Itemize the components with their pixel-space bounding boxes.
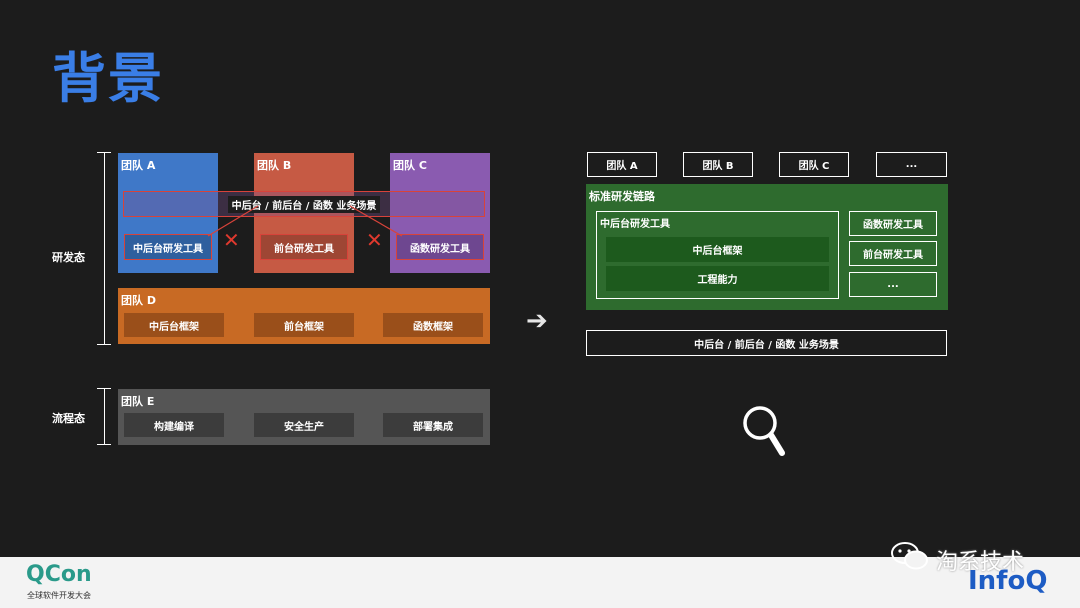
right-team-a: 团队 A [587, 152, 657, 177]
chain-group-title: 中后台研发工具 [600, 219, 670, 230]
team-e-item-1: 构建编译 [124, 413, 224, 437]
wechat-icon [891, 542, 928, 570]
right-team-b: 团队 B [683, 152, 753, 177]
team-d-label: 团队 D [121, 294, 156, 307]
right-team-c: 团队 C [779, 152, 849, 177]
team-e-item-3: 部署集成 [383, 413, 483, 437]
standard-chain-title: 标准研发链路 [589, 190, 655, 203]
scenario-bar-right: 中后台 / 前后台 / 函数 业务场景 [586, 330, 947, 356]
chain-group-item-2: 工程能力 [606, 266, 829, 291]
team-e-item-2: 安全生产 [254, 413, 354, 437]
chain-side-item-2: 前台研发工具 [849, 241, 937, 266]
chain-group-item-1: 中后台框架 [606, 237, 829, 262]
qcon-logo: QCon [26, 562, 92, 587]
chain-side-item-1: 函数研发工具 [849, 211, 937, 236]
infoq-logo: InfoQ [968, 566, 1048, 596]
chain-side-item-3: ... [849, 272, 937, 297]
search-icon [743, 406, 785, 456]
team-d-item-2: 前台框架 [254, 313, 354, 337]
team-d-item-1: 中后台框架 [124, 313, 224, 337]
qcon-subtitle: 全球软件开发大会 [27, 591, 91, 600]
right-team-more: ... [876, 152, 947, 177]
arrow-right-icon: ➔ [526, 306, 548, 336]
cross-mark-right: ✕ [366, 228, 383, 252]
team-e-label: 团队 E [121, 395, 155, 408]
team-d-item-3: 函数框架 [383, 313, 483, 337]
cross-mark-left: ✕ [223, 228, 240, 252]
